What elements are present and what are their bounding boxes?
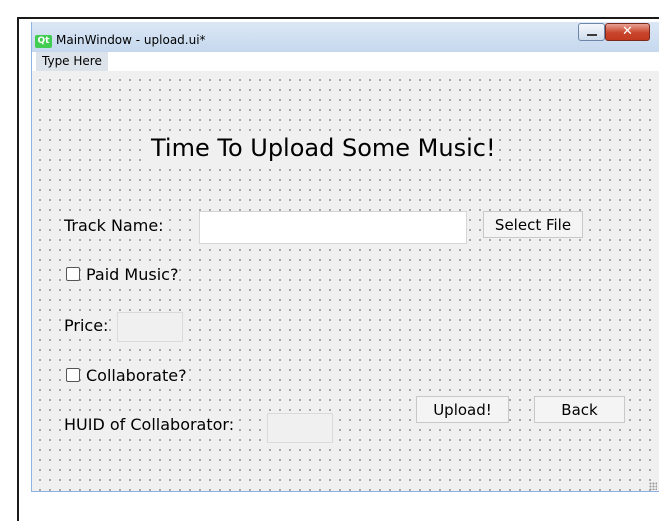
price-label: Price:: [64, 316, 109, 335]
minimize-icon: [587, 34, 597, 36]
qt-logo-icon: Qt: [35, 35, 52, 48]
resize-grip-icon[interactable]: [649, 482, 657, 490]
paid-music-checkbox[interactable]: [66, 267, 80, 281]
form-canvas: Time To Upload Some Music! Track Name: S…: [32, 71, 658, 491]
select-file-button[interactable]: Select File: [483, 211, 583, 238]
minimize-button[interactable]: [578, 23, 605, 41]
huid-label: HUID of Collaborator:: [64, 415, 235, 434]
close-button[interactable]: ✕: [605, 23, 650, 41]
back-button[interactable]: Back: [534, 396, 625, 423]
track-name-input[interactable]: [199, 211, 467, 244]
collaborate-checkbox[interactable]: [66, 368, 80, 382]
page-title: Time To Upload Some Music!: [149, 134, 498, 162]
menu-bar: Type Here: [32, 52, 659, 71]
huid-input[interactable]: [267, 413, 333, 443]
close-icon: ✕: [622, 24, 633, 39]
paid-music-label[interactable]: Paid Music?: [86, 265, 179, 284]
title-bar[interactable]: Qt MainWindow - upload.ui* ✕: [32, 22, 659, 52]
main-window: Qt MainWindow - upload.ui* ✕ Type Here T…: [31, 22, 659, 492]
price-input[interactable]: [117, 312, 183, 342]
collaborate-label[interactable]: Collaborate?: [86, 366, 187, 385]
track-name-label: Track Name:: [64, 216, 164, 235]
upload-button[interactable]: Upload!: [416, 396, 509, 423]
window-title: MainWindow - upload.ui*: [56, 33, 206, 47]
menu-item-type-here[interactable]: Type Here: [36, 52, 108, 71]
